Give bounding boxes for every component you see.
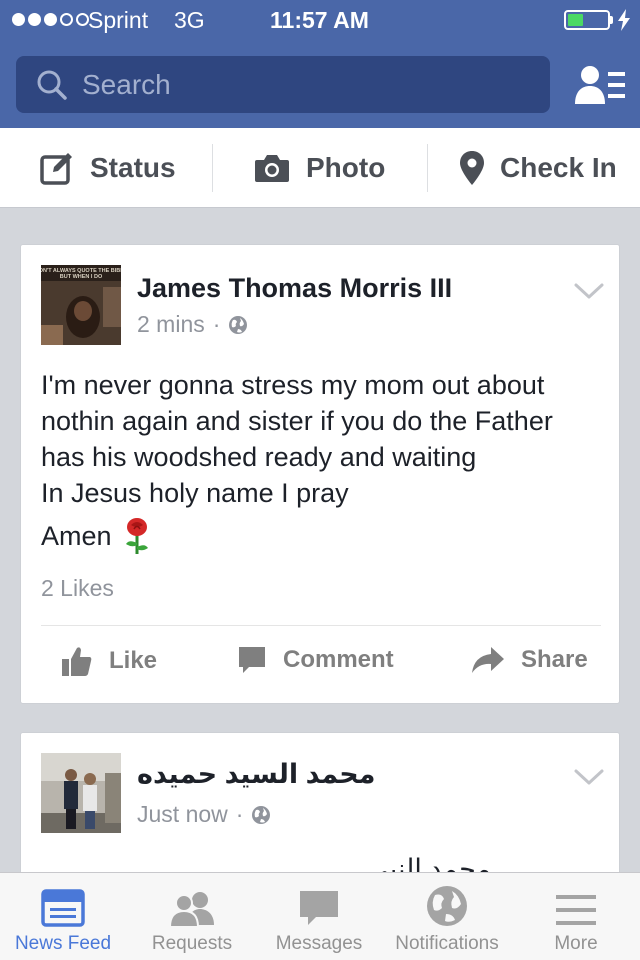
tab-label: Requests (151, 933, 233, 954)
tab-bar: News Feed Requests Messages Notification… (0, 872, 640, 960)
post-card: DON'T ALWAYS QUOTE THE BIBLE BUT WHEN I … (20, 244, 620, 704)
messages-icon (300, 891, 338, 925)
location-pin-icon (460, 151, 484, 185)
rose-icon (125, 518, 148, 554)
profile-photo (41, 753, 121, 833)
menu-icon (556, 895, 596, 925)
post-time[interactable]: 2 mins (137, 311, 205, 338)
status-label: Status (90, 152, 176, 183)
friend-requests-icon (168, 892, 214, 927)
divider (41, 625, 601, 626)
status-button[interactable]: Status (40, 128, 176, 208)
chevron-down-icon[interactable] (573, 281, 605, 301)
post-meta: Just now · (137, 801, 271, 828)
chevron-down-icon[interactable] (573, 767, 605, 787)
photo-button[interactable]: Photo (254, 128, 385, 208)
signal-strength-icon (12, 13, 89, 26)
globe-icon (229, 315, 248, 334)
tab-label: Notifications (395, 933, 499, 954)
post-line: I'm never gonna stress my mom out about (41, 370, 545, 400)
post-line-amen: Amen (41, 517, 152, 555)
profile-photo: DON'T ALWAYS QUOTE THE BIBLE BUT WHEN I … (41, 265, 121, 345)
camera-icon (255, 155, 289, 182)
check-in-button[interactable]: Check In (460, 128, 617, 208)
post-line: In Jesus holy name I pray (41, 478, 349, 508)
avatar[interactable]: DON'T ALWAYS QUOTE THE BIBLE BUT WHEN I … (41, 265, 121, 345)
post-author[interactable]: محمد السيد حميده (137, 759, 375, 790)
tab-label: News Feed (14, 933, 112, 954)
share-label: Share (521, 646, 588, 673)
tab-requests[interactable]: Requests (140, 873, 244, 960)
share-arrow-icon (472, 647, 504, 673)
divider (212, 144, 213, 192)
post-body: I'm never gonna stress my mom out about … (41, 367, 601, 511)
news-feed-icon (41, 889, 85, 927)
composer-bar: Status Photo Check In (0, 128, 640, 208)
battery-level (568, 14, 583, 26)
clock: 11:57 AM (270, 7, 369, 33)
post-time[interactable]: Just now (137, 801, 228, 828)
network-type: 3G (174, 7, 205, 33)
likes-count[interactable]: 2 Likes (41, 575, 114, 602)
search-bar[interactable] (16, 56, 550, 113)
status-bar: Sprint 3G 11:57 AM (0, 0, 640, 40)
tab-notifications[interactable]: Notifications (384, 873, 510, 960)
tab-label: Messages (275, 933, 363, 954)
carrier-name: Sprint (88, 7, 149, 33)
divider (427, 144, 428, 192)
like-label: Like (109, 647, 158, 674)
friends-list-icon[interactable] (574, 64, 626, 106)
tab-news-feed[interactable]: News Feed (4, 873, 122, 960)
edit-icon (40, 153, 72, 185)
post-line: nothin again and sister if you do the Fa… (41, 406, 553, 436)
post-meta: 2 mins · (137, 311, 248, 338)
comment-icon (239, 647, 265, 673)
globe-icon (252, 805, 271, 824)
post-author[interactable]: James Thomas Morris III (137, 273, 452, 304)
search-input[interactable] (82, 56, 532, 113)
comment-button[interactable]: Comment (237, 645, 394, 675)
comment-label: Comment (283, 646, 394, 673)
avatar[interactable] (41, 753, 121, 833)
thumbs-up-icon (62, 647, 92, 676)
post-line: has his woodshed ready and waiting (41, 442, 477, 472)
charging-icon (618, 9, 630, 31)
tab-label: More (554, 933, 598, 954)
photo-label: Photo (306, 152, 386, 183)
svg-text:BUT WHEN I DO: BUT WHEN I DO (60, 274, 103, 280)
share-button[interactable]: Share (471, 645, 588, 675)
search-icon (37, 70, 67, 100)
tab-more[interactable]: More (540, 873, 612, 960)
like-button[interactable]: Like (61, 645, 157, 677)
globe-icon (427, 886, 467, 926)
check-in-label: Check In (500, 152, 617, 183)
header-bar: Sprint 3G 11:57 AM (0, 0, 640, 128)
battery-icon (564, 10, 610, 30)
tab-messages[interactable]: Messages (268, 873, 370, 960)
